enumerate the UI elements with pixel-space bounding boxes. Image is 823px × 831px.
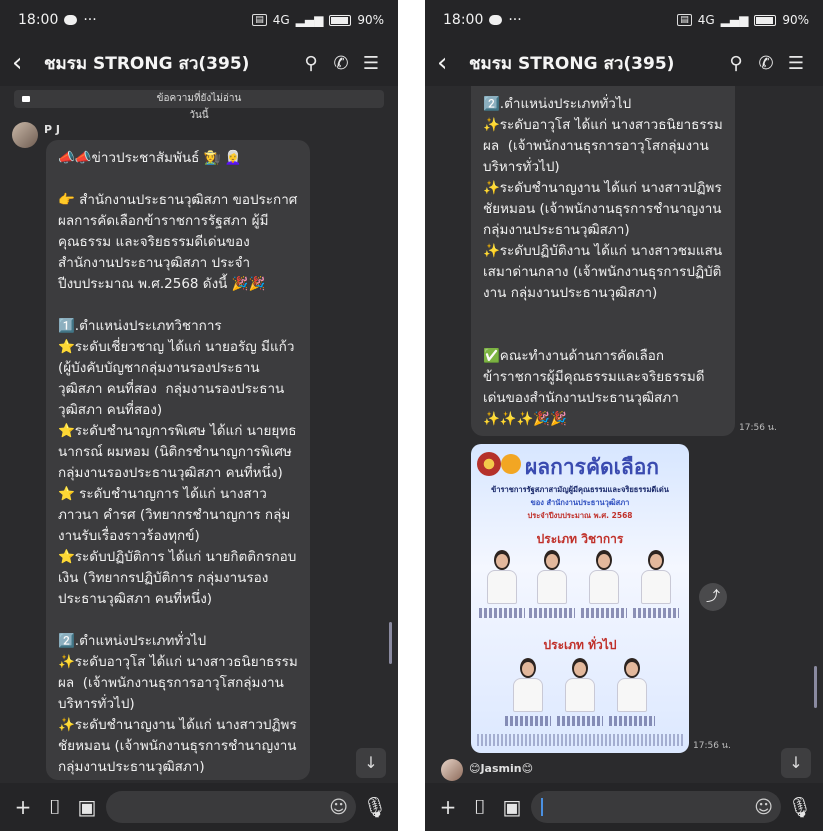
sender-name: 😊Jasmin😊 [469,762,534,775]
text-cursor [541,798,543,816]
message-time: 17:56 น. [739,423,777,433]
search-icon[interactable]: ⚲ [721,53,751,74]
date-divider: วันนี้ [189,110,209,121]
poster-line-3: ประจำปีงบประมาณ พ.ศ. 2568 [527,511,633,520]
battery-icon [329,14,352,26]
more-notifications: ··· [83,12,97,28]
poster-category-1: ประเภท วิชาการ [536,532,624,546]
call-icon[interactable]: ✆ [326,53,356,74]
share-button[interactable]: ⤴ [699,583,727,611]
clock: 18:00 [18,12,59,28]
message-time: 17:56 น. [693,741,731,751]
sender-name: P J [44,123,60,136]
scroll-down-button[interactable]: ↓ [356,748,386,778]
sim-icon: ▤ [677,14,692,26]
message-list[interactable]: ข้อความที่ยังไม่อ่าน วันนี้ P J 📣📣ข่าวปร… [0,86,398,783]
menu-icon[interactable]: ☰ [356,53,386,74]
message-input[interactable]: ☺ [531,791,781,823]
more-notifications: ··· [508,12,522,28]
battery-level: 90% [782,13,809,27]
battery-icon [754,14,777,26]
portrait [557,658,603,726]
emoji-icon[interactable]: ☺ [754,797,773,818]
unread-banner: ข้อความที่ยังไม่อ่าน [14,90,384,108]
poster-category-2: ประเภท ทั่วไป [543,638,617,652]
sim-icon: ▤ [252,14,267,26]
input-bar: + ⌷ ▣ ☺ 🎙 [425,783,823,831]
emoji-icon[interactable]: ☺ [329,797,348,818]
message-text: 2️⃣.ตำแหน่งประเภททั่วไป ✨ระดับอาวุโส ได้… [483,96,723,427]
signal-icon: ▂▄▆ [720,13,749,27]
back-button[interactable]: ‹ [12,50,38,76]
chat-header: ‹ ชมรม STRONG สว(395) ⚲ ✆ ☰ [425,40,823,86]
gallery-icon[interactable]: ▣ [499,795,525,819]
camera-icon[interactable]: ⌷ [42,795,68,819]
network-indicator: 4G [697,13,715,27]
image-message[interactable]: ผลการคัดเลือก ข้าราชการรัฐสภาสามัญผู้มีค… [471,444,689,753]
portrait [609,658,655,726]
poster-line-2: ของ สำนักงานประธานวุฒิสภา [530,498,630,507]
message-text: 📣📣ข่าวประชาสัมพันธ์ 👩‍🌾 👩‍🦳 👉 สำนักงานปร… [58,150,298,775]
seal-icon [477,452,501,476]
unread-marker-icon [22,96,30,102]
chat-header: ‹ ชมรม STRONG สว(395) ⚲ ✆ ☰ [0,40,398,86]
chat-screen-right: 18:00 ··· ▤ 4G ▂▄▆ 90% ‹ ชมรม STRONG สว(395)… [425,0,823,831]
scrollbar[interactable] [389,622,392,664]
plus-icon[interactable]: + [10,795,36,819]
gallery-icon[interactable]: ▣ [74,795,100,819]
camera-icon[interactable]: ⌷ [467,795,493,819]
portrait [633,550,679,618]
chat-screen-left: 18:00 ··· ▤ 4G ▂▄▆ 90% ‹ ชมรม STRONG สว(395)… [0,0,398,831]
chat-notification-icon [64,15,78,25]
poster-line-1: ข้าราชการรัฐสภาสามัญผู้มีคุณธรรมและจริยธ… [491,485,669,494]
plus-icon[interactable]: + [435,795,461,819]
message-bubble[interactable]: 📣📣ข่าวประชาสัมพันธ์ 👩‍🌾 👩‍🦳 👉 สำนักงานปร… [46,140,310,780]
portrait [529,550,575,618]
portrait [505,658,551,726]
message-input[interactable]: ☺ [106,791,356,823]
mic-icon[interactable]: 🎙 [787,795,813,819]
unread-label: ข้อความที่ยังไม่อ่าน [156,93,242,104]
chat-notification-icon [489,15,503,25]
network-indicator: 4G [272,13,290,27]
back-button[interactable]: ‹ [437,50,463,76]
call-icon[interactable]: ✆ [751,53,781,74]
portrait [581,550,627,618]
scrollbar[interactable] [814,666,817,708]
input-bar: + ⌷ ▣ ☺ 🎙 [0,783,398,831]
message-list[interactable]: 2️⃣.ตำแหน่งประเภททั่วไป ✨ระดับอาวุโส ได้… [425,86,823,783]
avatar[interactable] [441,759,463,781]
signal-icon: ▂▄▆ [295,13,324,27]
message-bubble[interactable]: 2️⃣.ตำแหน่งประเภททั่วไป ✨ระดับอาวุโส ได้… [471,86,735,436]
poster-title: ผลการคัดเลือก [525,454,660,479]
search-icon[interactable]: ⚲ [296,53,326,74]
status-bar: 18:00 ··· ▤ 4G ▂▄▆ 90% [0,0,398,40]
scroll-down-button[interactable]: ↓ [781,748,811,778]
mic-icon[interactable]: 🎙 [362,795,388,819]
status-bar: 18:00 ··· ▤ 4G ▂▄▆ 90% [425,0,823,40]
battery-level: 90% [357,13,384,27]
chat-title: ชมรม STRONG สว(395) [469,53,675,74]
clock: 18:00 [443,12,484,28]
avatar[interactable] [12,122,38,148]
portrait [479,550,525,618]
chat-title: ชมรม STRONG สว(395) [44,53,250,74]
menu-icon[interactable]: ☰ [781,53,811,74]
logo-icon [501,454,521,474]
poster-footer [477,734,683,746]
